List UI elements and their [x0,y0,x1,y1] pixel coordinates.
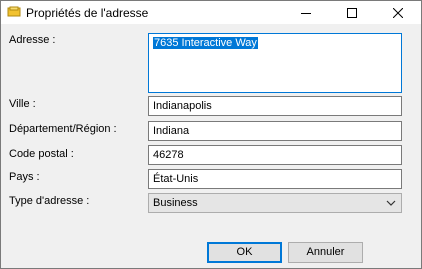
country-label: Pays : [9,171,40,183]
cancel-button[interactable]: Annuler [288,242,363,263]
address-type-label: Type d'adresse : [9,195,90,207]
address-properties-dialog: Propriétés de l'adresse Adresse : 7635 I… [0,0,422,269]
address-label: Adresse : [9,34,56,46]
minimize-button[interactable] [283,1,329,24]
address-type-select[interactable]: Business [148,193,402,213]
close-button[interactable] [375,1,421,24]
address-type-value: Business [153,197,198,209]
city-input[interactable]: Indianapolis [148,96,402,116]
close-icon [393,7,403,18]
chevron-down-icon [386,200,396,206]
city-label: Ville : [9,98,36,110]
window-title: Propriétés de l'adresse [26,6,149,20]
maximize-button[interactable] [329,1,375,24]
address-textarea[interactable]: 7635 Interactive Way [148,33,402,93]
minimize-icon [301,12,311,14]
address-value: 7635 Interactive Way [153,37,258,49]
region-input[interactable]: Indiana [148,121,402,141]
country-input[interactable]: État-Unis [148,169,402,189]
dialog-content: Adresse : 7635 Interactive Way Ville : I… [1,24,421,268]
ok-button[interactable]: OK [207,242,282,263]
title-bar[interactable]: Propriétés de l'adresse [1,1,421,24]
postal-code-input[interactable]: 46278 [148,145,402,165]
address-book-icon [7,6,21,17]
maximize-icon [347,7,357,18]
region-label: Département/Région : [9,123,117,135]
postal-code-label: Code postal : [9,148,74,160]
